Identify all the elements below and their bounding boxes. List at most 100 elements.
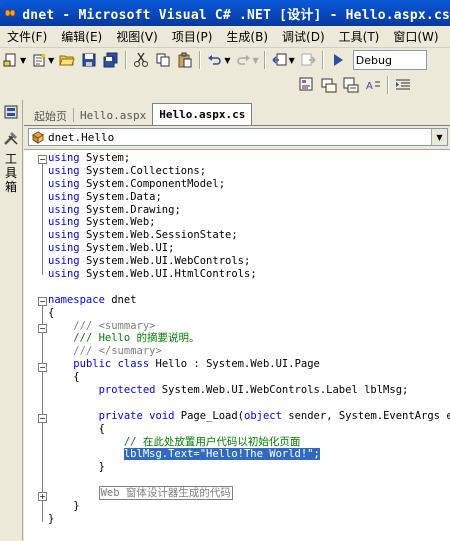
code-line: } (48, 500, 80, 513)
standard-toolbar: ▼ ▼ ▼ ▼ ▼ Debug (0, 48, 450, 72)
class-icon (32, 131, 44, 144)
code-line: { (48, 371, 80, 384)
tab-hello-aspx-cs[interactable]: Hello.aspx.cs (152, 103, 253, 125)
code-line: protected System.Web.UI.WebControls.Labe… (98, 384, 409, 397)
menu-tools[interactable]: 工具(T) (332, 28, 387, 45)
collapse-icon[interactable]: − (38, 414, 47, 423)
code-line: { (48, 306, 55, 319)
toolbar-separator (125, 51, 128, 69)
text-selection[interactable]: lblMsg.Text="Hello!The World!"; (123, 448, 320, 461)
code-line: using System.Data; (48, 190, 162, 203)
menu-build[interactable]: 生成(B) (219, 28, 275, 45)
collapsed-region[interactable]: Web 窗体设计器生成的代码 (98, 486, 233, 501)
expand-icon[interactable]: + (38, 492, 47, 501)
toolbox-label[interactable]: 工 具 箱 (0, 152, 22, 194)
code-line: { (48, 422, 105, 435)
new-project-dropdown-icon[interactable]: ▼ (20, 56, 26, 65)
tools-icon (4, 132, 18, 145)
code-line: using System.Drawing; (48, 203, 181, 216)
menu-debug[interactable]: 调试(D) (275, 28, 332, 45)
toolbox-label-char: 箱 (4, 180, 17, 194)
navigate-back-button[interactable] (270, 50, 290, 70)
code-line: /// </summary> (73, 345, 162, 358)
svg-text:A: A (366, 81, 373, 92)
navigate-forward-icon (301, 53, 316, 66)
class-dropdown[interactable]: dnet.Hello ▼ (28, 128, 448, 146)
code-line: /// Hello 的摘要说明。 (73, 332, 200, 345)
redo-dropdown-icon[interactable]: ▼ (252, 56, 258, 65)
paste-button[interactable] (175, 50, 195, 70)
chevron-down-icon[interactable]: ▼ (431, 129, 447, 145)
collapse-icon[interactable]: − (38, 324, 47, 333)
code-editor[interactable]: − − − − − + using System; using System.C… (24, 149, 450, 541)
redo-icon (237, 55, 251, 65)
code-line: using System.Web; (48, 216, 156, 229)
tab-start-page[interactable]: 起始页 (28, 106, 73, 125)
new-project-icon (3, 53, 16, 67)
add-item-dropdown-icon[interactable]: ▼ (48, 56, 54, 65)
copy-button[interactable] (153, 50, 173, 70)
open-folder-icon (59, 55, 76, 66)
title-bar: dnet - Microsoft Visual C# .NET [设计] - H… (0, 0, 450, 26)
new-project-button[interactable] (1, 50, 21, 70)
save-all-button[interactable] (101, 50, 121, 70)
code-line: namespace dnet (48, 293, 137, 306)
play-icon (333, 54, 343, 66)
code-line: public class Hello : System.Web.UI.Page (73, 358, 320, 371)
add-item-button[interactable] (29, 50, 49, 70)
menu-file[interactable]: 文件(F) (0, 28, 54, 45)
code-line: using System; (48, 152, 131, 164)
save-button[interactable] (79, 50, 99, 70)
outline-line (42, 163, 43, 275)
code-line: using System.Web.UI.HtmlControls; (48, 268, 257, 281)
parameter-info-icon (321, 78, 337, 93)
menu-view[interactable]: 视图(V) (109, 28, 165, 45)
menu-edit[interactable]: 编辑(E) (54, 28, 109, 45)
undo-dropdown-icon[interactable]: ▼ (224, 56, 230, 65)
code-line: using System.Web.UI; (48, 242, 175, 255)
undo-button[interactable] (205, 50, 225, 70)
code-line: Web 窗体设计器生成的代码 (48, 486, 450, 501)
code-line: /// <summary> (73, 319, 156, 332)
open-button[interactable] (57, 50, 77, 70)
add-item-icon (33, 53, 47, 67)
toolbar-separator (199, 51, 202, 69)
server-explorer-button[interactable] (1, 102, 21, 122)
indent-button[interactable] (393, 75, 413, 95)
window-title: dnet - Microsoft Visual C# .NET [设计] - H… (22, 7, 450, 23)
toolbar-separator (387, 76, 389, 94)
code-line: } (48, 512, 55, 525)
display-parameter-info-button[interactable] (319, 75, 339, 95)
configuration-value: Debug (355, 53, 392, 67)
cut-button[interactable] (131, 50, 151, 70)
menu-window[interactable]: 窗口(W) (386, 28, 445, 45)
navigate-back-dropdown-icon[interactable]: ▼ (289, 56, 295, 65)
document-tabs: 起始页 Hello.aspx Hello.aspx.cs (24, 101, 450, 126)
solution-configuration-select[interactable]: Debug (352, 50, 427, 70)
code-line: using System.Web.UI.WebControls; (48, 255, 251, 268)
class-dropdown-value: dnet.Hello (48, 130, 115, 144)
code-navigation-bar: dnet.Hello ▼ (24, 126, 450, 148)
display-object-members-button[interactable] (297, 75, 317, 95)
start-debug-button[interactable] (328, 50, 348, 70)
quick-info-button[interactable] (341, 75, 361, 95)
outline-gutter: − − − − − + (24, 150, 47, 541)
toolbox-label-char: 工 (4, 152, 17, 166)
server-explorer-icon (4, 105, 18, 119)
code-line: } (48, 461, 105, 474)
tab-hello-aspx[interactable]: Hello.aspx (74, 106, 152, 125)
redo-button[interactable] (233, 50, 253, 70)
vs-app-icon (5, 9, 16, 17)
collapse-icon[interactable]: − (38, 363, 47, 372)
save-all-icon (103, 52, 118, 68)
navigate-forward-button[interactable] (298, 50, 318, 70)
code-text[interactable]: using System; using System.Collections; … (48, 152, 450, 526)
toolbox-button[interactable] (1, 128, 21, 148)
complete-word-button[interactable]: A (363, 75, 383, 95)
menu-project[interactable]: 项目(P) (165, 28, 220, 45)
quick-info-icon (343, 77, 359, 93)
save-icon (82, 53, 96, 67)
code-line: // 在此处放置用户代码以初始化页面 (123, 435, 301, 448)
